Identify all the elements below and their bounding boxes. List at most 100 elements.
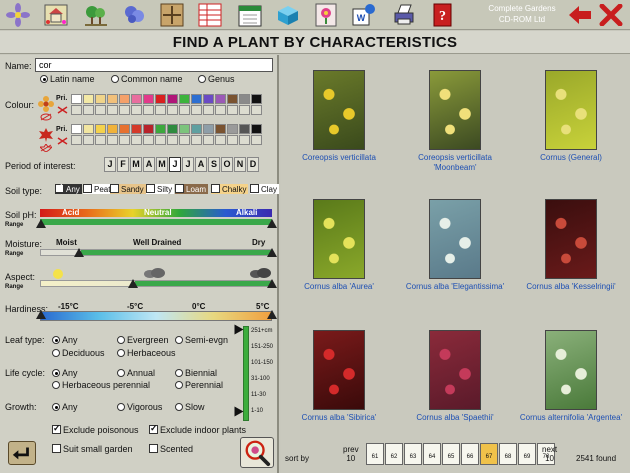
colour-swatch[interactable] — [143, 94, 154, 104]
plant-name-link[interactable]: Cornus alternifolia 'Argentea' — [513, 413, 629, 423]
hardiness-max-handle[interactable] — [267, 310, 277, 319]
colour-swatch[interactable] — [239, 94, 250, 104]
colour-swatch[interactable] — [239, 135, 250, 145]
colour-swatch[interactable] — [95, 135, 106, 145]
soil-option-clay[interactable]: Clay — [250, 184, 280, 194]
colour-swatch[interactable] — [155, 105, 166, 115]
prev-page-button[interactable]: prev 10 — [343, 445, 359, 463]
colour-swatch[interactable] — [83, 124, 94, 134]
soil-option-silty[interactable]: Silty — [146, 184, 175, 194]
month-button[interactable]: M — [156, 157, 168, 172]
colour-swatch[interactable] — [95, 105, 106, 115]
soil-option-any[interactable]: Any — [55, 182, 82, 194]
flower-icon[interactable] — [6, 3, 30, 27]
colour-swatch[interactable] — [119, 105, 130, 115]
colour-swatch[interactable] — [179, 105, 190, 115]
page-tab[interactable]: 68 — [499, 443, 517, 465]
colour-swatch[interactable] — [95, 124, 106, 134]
month-button[interactable]: S — [208, 157, 220, 172]
plant-card[interactable]: Cornus alba 'Sibirica' — [281, 330, 397, 423]
page-tab[interactable]: 64 — [423, 443, 441, 465]
plant-name-link[interactable]: Cornus alba 'Elegantissima' — [397, 282, 513, 292]
plant-name-link[interactable]: Cornus (General) — [513, 153, 629, 163]
colour-swatch[interactable] — [203, 94, 214, 104]
page-tab[interactable]: 69 — [518, 443, 536, 465]
suit-small-checkbox[interactable]: Suit small garden — [52, 444, 133, 454]
colour-swatch[interactable] — [227, 124, 238, 134]
leaf-deciduous[interactable]: Deciduous — [52, 348, 105, 358]
height-max-handle[interactable] — [234, 324, 244, 335]
colour-swatch[interactable] — [71, 124, 82, 134]
colour-swatch[interactable] — [227, 135, 238, 145]
colour-swatch[interactable] — [95, 94, 106, 104]
soil-option-peat[interactable]: Peat — [83, 184, 113, 194]
month-button[interactable]: F — [117, 157, 129, 172]
reset-button[interactable] — [8, 441, 36, 465]
colour-swatch[interactable] — [83, 105, 94, 115]
growth-slow[interactable]: Slow — [175, 402, 205, 412]
plant-name-link[interactable]: Cornus alba 'Spaethii' — [397, 413, 513, 423]
plant-name-link[interactable]: Coreopsis verticillata — [281, 153, 397, 163]
leaf-any[interactable]: Any — [52, 335, 78, 345]
plant-card[interactable]: Cornus alba 'Aurea' — [281, 199, 397, 292]
life-any[interactable]: Any — [52, 368, 78, 378]
colour-swatch[interactable] — [239, 105, 250, 115]
page-tab[interactable]: 67 — [480, 443, 498, 465]
plant-thumbnail[interactable] — [429, 330, 481, 410]
colour-swatch[interactable] — [191, 135, 202, 145]
month-button[interactable]: M — [130, 157, 142, 172]
sort-by-label[interactable]: sort by — [285, 454, 309, 463]
colour-swatch[interactable] — [251, 124, 262, 134]
bloom-icon[interactable] — [122, 3, 146, 27]
colour-swatch[interactable] — [131, 94, 142, 104]
printer-icon[interactable] — [392, 3, 416, 27]
colour-swatch[interactable] — [143, 135, 154, 145]
trees-icon[interactable] — [84, 3, 108, 27]
colour-swatch[interactable] — [179, 94, 190, 104]
aspect-min-handle[interactable] — [128, 279, 138, 288]
exclude-poisonous-checkbox[interactable]: Exclude poisonous — [52, 423, 139, 435]
month-button[interactable]: N — [234, 157, 246, 172]
soil-ph-min-handle[interactable] — [36, 219, 46, 228]
leaf-evergreen[interactable]: Evergreen — [117, 335, 169, 345]
search-button[interactable] — [240, 437, 274, 468]
back-arrow-icon[interactable] — [567, 4, 593, 26]
month-selector[interactable]: JFMAMJJASOND — [104, 157, 260, 172]
colour-swatch[interactable] — [71, 105, 82, 115]
garden-house-icon[interactable] — [44, 3, 68, 27]
colour-swatch[interactable] — [119, 94, 130, 104]
colour-swatch[interactable] — [167, 105, 178, 115]
leaf-semi-evgn[interactable]: Semi-evgn — [175, 335, 228, 345]
growth-vigorous[interactable]: Vigorous — [117, 402, 162, 412]
moisture-min-handle[interactable] — [74, 248, 84, 257]
scented-checkbox[interactable]: Scented — [149, 444, 193, 454]
colour-swatch[interactable] — [251, 105, 262, 115]
life-annual[interactable]: Annual — [117, 368, 155, 378]
plant-card[interactable]: Cornus (General) — [513, 70, 629, 163]
colour-swatch[interactable] — [107, 94, 118, 104]
colour-swatch[interactable] — [83, 94, 94, 104]
calendar-icon[interactable] — [238, 3, 262, 27]
plant-thumbnail[interactable] — [545, 199, 597, 279]
soil-option-sandy[interactable]: Sandy — [110, 184, 146, 194]
sec-colour-x-icon[interactable] — [57, 106, 68, 114]
plant-card[interactable]: Cornus alternifolia 'Argentea' — [513, 330, 629, 423]
colour-swatch[interactable] — [215, 135, 226, 145]
colour-swatch[interactable] — [83, 135, 94, 145]
colour-swatch[interactable] — [167, 94, 178, 104]
leaf-sec-x-icon[interactable] — [57, 137, 68, 145]
plant-card[interactable]: Cornus alba 'Kesselringii' — [513, 199, 629, 292]
month-button[interactable]: A — [143, 157, 155, 172]
next-page-button[interactable]: next 10 — [542, 445, 557, 463]
plant-name-link[interactable]: Cornus alba 'Kesselringii' — [513, 282, 629, 292]
life-perennial[interactable]: Perennial — [175, 380, 223, 390]
life-herbaceous-perennial[interactable]: Herbaceous perennial — [52, 380, 150, 390]
leaf-herbaceous[interactable]: Herbaceous — [117, 348, 176, 358]
colour-swatch[interactable] — [179, 124, 190, 134]
colour-swatch[interactable] — [107, 105, 118, 115]
exclude-indoor-checkbox[interactable]: Exclude indoor plants — [149, 423, 246, 435]
colour-swatch[interactable] — [131, 105, 142, 115]
flower-colour-palette[interactable] — [71, 94, 262, 115]
month-button[interactable]: J — [104, 157, 116, 172]
month-button[interactable]: A — [195, 157, 207, 172]
